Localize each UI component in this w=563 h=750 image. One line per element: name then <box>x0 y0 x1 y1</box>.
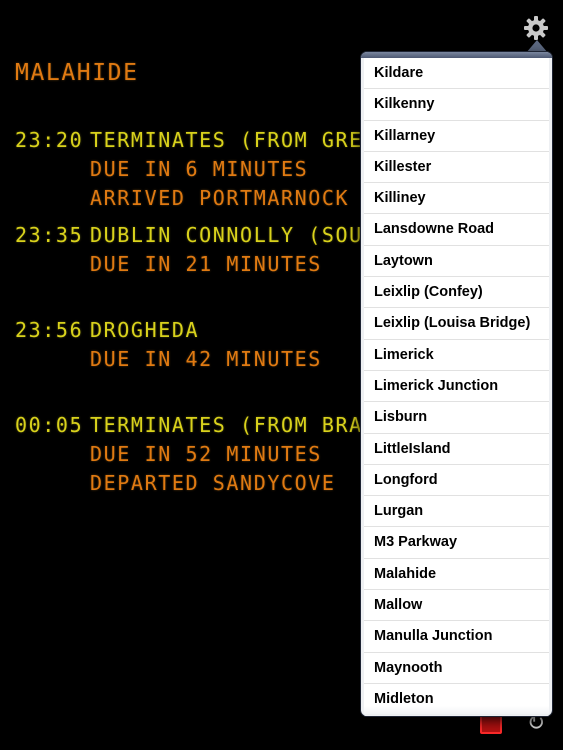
departure-due: DUE IN 21 MINUTES <box>90 252 322 276</box>
station-item[interactable]: Killester <box>364 152 549 184</box>
station-item[interactable]: Maynooth <box>364 653 549 684</box>
station-item[interactable]: Lisburn <box>364 402 549 434</box>
station-item[interactable]: Kildare <box>364 58 549 90</box>
departure-destination: TERMINATES (FROM BRAY) <box>90 413 391 437</box>
departure-destination: TERMINATES (FROM GREYS <box>90 128 391 152</box>
station-item[interactable]: Kilkenny <box>364 89 549 121</box>
departure-destination: DUBLIN CONNOLLY (SOUTH <box>90 223 391 247</box>
station-item[interactable]: Leixlip (Louisa Bridge) <box>364 308 549 340</box>
departure-due: DUE IN 42 MINUTES <box>90 347 322 371</box>
departure-time: 23:20 <box>15 128 84 152</box>
gear-icon-graphic <box>524 16 548 40</box>
gear-icon[interactable] <box>523 15 549 41</box>
station-item[interactable]: Malahide <box>364 559 549 591</box>
station-item[interactable]: Leixlip (Confey) <box>364 277 549 309</box>
station-item[interactable]: Killarney <box>364 121 549 152</box>
station-item[interactable]: Killiney <box>364 183 549 215</box>
departure-time: 00:05 <box>15 413 84 437</box>
departure-time: 23:56 <box>15 318 84 342</box>
station-picker-popover: Kildare Kilkenny Killarney Killester Kil… <box>361 52 552 716</box>
station-item[interactable]: Longford <box>364 465 549 497</box>
station-item[interactable]: Mallow <box>364 590 549 622</box>
list-fade <box>364 706 549 716</box>
station-item[interactable]: Limerick <box>364 340 549 371</box>
station-item[interactable]: Lurgan <box>364 496 549 528</box>
station-item[interactable]: Lansdowne Road <box>364 214 549 246</box>
departure-time: 23:35 <box>15 223 84 247</box>
station-item[interactable]: Laytown <box>364 246 549 278</box>
station-title: MALAHIDE <box>15 60 139 86</box>
departure-destination: DROGHEDA <box>90 318 200 342</box>
departure-due: DUE IN 6 MINUTES <box>90 157 309 181</box>
station-item[interactable]: Manulla Junction <box>364 621 549 653</box>
departure-due: DUE IN 52 MINUTES <box>90 442 322 466</box>
departure-status: DEPARTED SANDYCOVE <box>90 471 336 495</box>
departure-status: ARRIVED PORTMARNOCK <box>90 186 350 210</box>
station-item[interactable]: M3 Parkway <box>364 527 549 559</box>
station-item[interactable]: Limerick Junction <box>364 371 549 403</box>
station-item[interactable]: LittleIsland <box>364 434 549 465</box>
station-list[interactable]: Kildare Kilkenny Killarney Killester Kil… <box>364 58 549 716</box>
